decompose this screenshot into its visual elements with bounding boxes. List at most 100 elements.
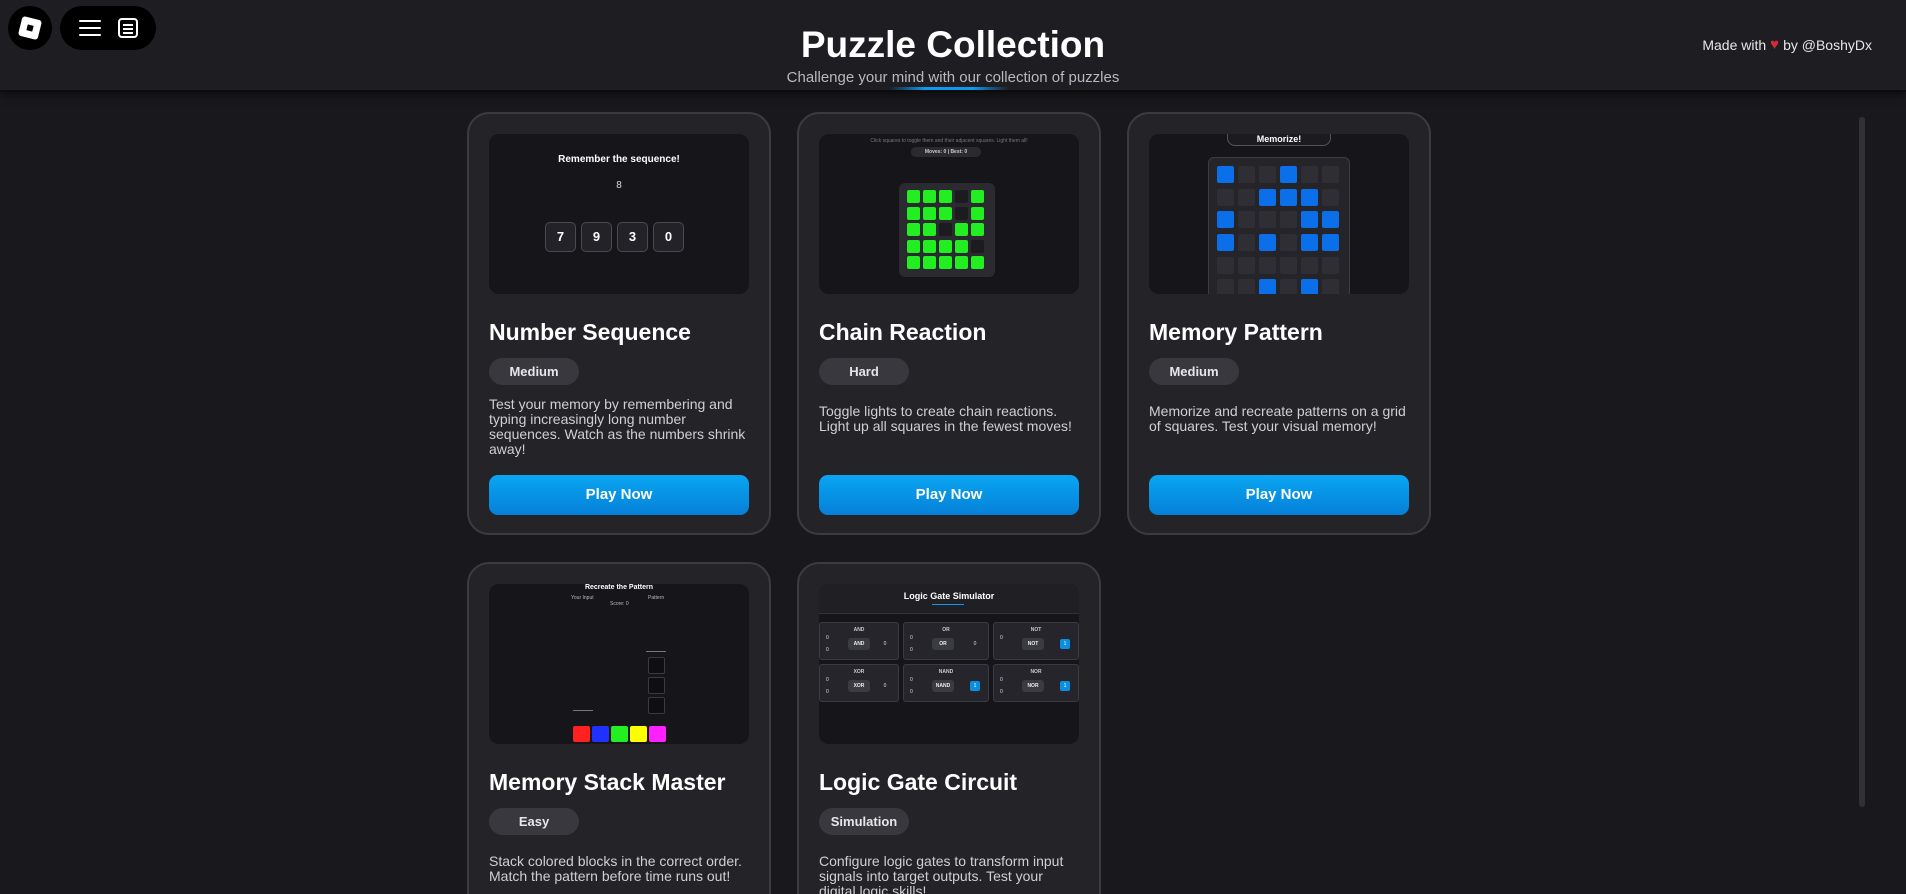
preview-moves-counter: Moves: 0 | Best: 0 <box>911 147 981 157</box>
gate-symbol: AND <box>848 638 870 650</box>
light-cell <box>907 256 920 270</box>
preview-divider <box>573 710 593 711</box>
light-cell <box>955 206 968 220</box>
preview-number: 8 <box>616 180 622 191</box>
card-description: Memorize and recreate patterns on a grid… <box>1149 403 1406 434</box>
pattern-cell <box>1238 188 1255 206</box>
gate-output: 0 <box>883 641 887 647</box>
page-subtitle: Challenge your mind with our collection … <box>786 69 1120 86</box>
pattern-cell <box>1238 211 1255 229</box>
card-title: Memory Pattern <box>1149 319 1323 345</box>
pattern-cell <box>1322 233 1339 251</box>
pattern-cell <box>1217 279 1234 294</box>
color-block <box>573 726 590 742</box>
preview-pattern-label: Pattern <box>648 595 665 601</box>
header-title-block: Puzzle Collection Challenge your mind wi… <box>0 22 1906 88</box>
light-cell <box>955 239 968 253</box>
preview-heading: Logic Gate Simulator <box>903 591 995 601</box>
gate-name: OR <box>942 627 950 633</box>
preview-banner: Memorize! <box>1227 134 1331 146</box>
color-block <box>630 726 647 742</box>
play-now-button[interactable]: Play Now <box>1149 475 1409 515</box>
card-description: Toggle lights to create chain reactions.… <box>819 403 1072 434</box>
card-preview-memory-stack: Recreate the Pattern Your Input Score: 0… <box>489 584 749 744</box>
light-cell <box>939 206 952 220</box>
preview-digits: 7 9 3 0 <box>545 222 684 252</box>
gate-cell: NOT 0 NOT 1 <box>993 622 1079 660</box>
play-now-button[interactable]: Play Now <box>819 475 1079 515</box>
preview-heading: Remember the sequence! <box>558 154 680 165</box>
scrollbar[interactable] <box>1859 117 1865 807</box>
pattern-cell <box>1301 166 1318 183</box>
difficulty-badge: Hard <box>819 358 909 385</box>
card-title: Memory Stack Master <box>489 769 726 795</box>
gate-input: 0 <box>1000 677 1003 683</box>
gate-output: 1 <box>970 681 980 691</box>
light-cell <box>907 239 920 253</box>
puzzle-card-number-sequence: Remember the sequence! 8 7 9 3 0 Number … <box>467 112 771 535</box>
pattern-cell <box>1259 233 1276 251</box>
gate-symbol: XOR <box>848 680 870 692</box>
play-now-button[interactable]: Play Now <box>489 475 749 515</box>
preview-digit: 3 <box>617 222 648 252</box>
page-title: Puzzle Collection <box>800 24 1106 65</box>
light-cell <box>971 256 984 270</box>
card-preview-logic-gate: Logic Gate Simulator AND 0 0 AND 0 OR 0 0 OR 0 NOT… <box>819 584 1079 744</box>
puzzle-card-memory-pattern: Memorize! Memory Pattern Medium Memorize… <box>1127 112 1431 535</box>
card-preview-memory-pattern: Memorize! <box>1149 134 1409 294</box>
light-cell <box>955 256 968 270</box>
preview-gate-grid: AND 0 0 AND 0 OR 0 0 OR 0 NOT 0 NOT 1 XOR 0 0 XOR 0 NAND 0 0 N… <box>819 622 1079 702</box>
card-description: Stack colored blocks in the correct orde… <box>489 853 742 884</box>
preview-heading: Recreate the Pattern <box>584 584 654 591</box>
gate-name: XOR <box>853 669 865 675</box>
pattern-cell <box>1217 233 1234 251</box>
pattern-cell <box>1217 188 1234 206</box>
preview-divider <box>646 651 666 652</box>
pattern-cell <box>1238 166 1255 183</box>
pattern-cell <box>1280 256 1297 274</box>
gate-input: 0 <box>910 647 913 653</box>
preview-heading-underline <box>932 604 964 605</box>
color-block <box>649 726 666 742</box>
gate-symbol: NOT <box>1022 638 1044 650</box>
preview-digit: 7 <box>545 222 576 252</box>
preview-digit: 9 <box>581 222 612 252</box>
preview-pattern-grid <box>1208 157 1350 294</box>
gate-input: 0 <box>910 635 913 641</box>
pattern-cell <box>1322 211 1339 229</box>
gate-input: 0 <box>826 635 829 641</box>
light-cell <box>955 190 968 203</box>
difficulty-badge: Medium <box>1149 358 1239 385</box>
pattern-cell <box>1280 233 1297 251</box>
light-cell <box>939 190 952 203</box>
preview-pattern-stack <box>648 657 665 714</box>
gate-symbol: NOR <box>1022 680 1044 692</box>
stack-slot <box>648 657 665 674</box>
pattern-cell <box>1259 188 1276 206</box>
made-with-author: by @BoshyDx <box>1783 36 1872 53</box>
gate-input: 0 <box>826 677 829 683</box>
difficulty-badge: Simulation <box>819 808 909 835</box>
gate-input: 0 <box>826 689 829 695</box>
gate-name: NOR <box>1030 669 1042 675</box>
light-cell <box>971 206 984 220</box>
gate-output: 1 <box>1060 639 1070 649</box>
card-preview-chain-reaction: Click squares to toggle them and their a… <box>819 134 1079 294</box>
preview-input-label: Your Input <box>571 595 594 601</box>
pattern-cell <box>1259 166 1276 183</box>
card-title: Number Sequence <box>489 319 691 345</box>
pattern-cell <box>1259 256 1276 274</box>
pattern-cell <box>1301 256 1318 274</box>
gate-input: 0 <box>910 689 913 695</box>
gate-name: NAND <box>938 669 954 675</box>
pattern-cell <box>1280 211 1297 229</box>
pattern-cell <box>1280 166 1297 183</box>
card-title: Logic Gate Circuit <box>819 769 1018 795</box>
pattern-cell <box>1238 256 1255 274</box>
light-cell <box>955 223 968 237</box>
preview-light-grid <box>899 183 995 277</box>
preview-instructions: Click squares to toggle them and their a… <box>870 138 1028 144</box>
light-cell <box>907 190 920 203</box>
light-cell <box>907 206 920 220</box>
top-bar: Puzzle Collection Challenge your mind wi… <box>0 0 1906 92</box>
